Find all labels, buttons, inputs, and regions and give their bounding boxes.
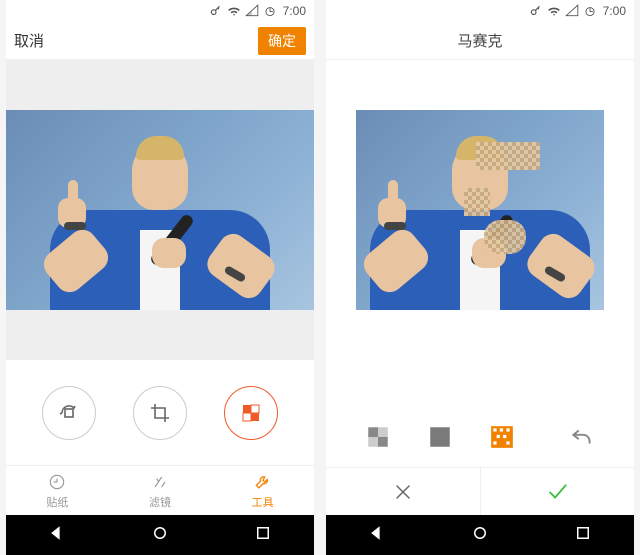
mosaic-style-pattern[interactable] — [489, 424, 515, 450]
signal-icon — [565, 4, 579, 18]
image-canvas[interactable] — [326, 60, 634, 310]
battery-icon — [583, 4, 597, 18]
key-icon — [209, 4, 223, 18]
page-title: 马赛克 — [457, 30, 502, 51]
tab-label: 滤镜 — [149, 494, 171, 510]
tab-label: 工具 — [252, 494, 274, 510]
confirm-bar — [326, 467, 634, 515]
app-bar: 马赛克 — [326, 22, 634, 60]
tool-row — [6, 360, 314, 465]
app-bar: 取消 确定 — [6, 22, 314, 60]
apply-button[interactable] — [480, 468, 635, 515]
recent-icon[interactable] — [574, 524, 592, 547]
mosaic-region — [464, 188, 490, 216]
status-bar: 7:00 — [326, 0, 634, 22]
confirm-button[interactable]: 确定 — [258, 27, 306, 55]
mosaic-style-solid[interactable] — [427, 424, 453, 450]
signal-icon — [245, 4, 259, 18]
android-nav — [6, 515, 314, 555]
edited-photo — [356, 110, 604, 310]
mosaic-button[interactable] — [224, 386, 278, 440]
wifi-icon — [227, 4, 241, 18]
bottom-tabs: 贴纸 滤镜 工具 — [6, 465, 314, 515]
status-time: 7:00 — [603, 4, 626, 18]
undo-button[interactable] — [569, 424, 595, 450]
mosaic-region — [476, 142, 540, 170]
tab-stickers[interactable]: 贴纸 — [6, 466, 109, 515]
image-canvas[interactable] — [6, 60, 314, 360]
cancel-button[interactable]: 取消 — [14, 30, 44, 51]
wifi-icon — [547, 4, 561, 18]
key-icon — [529, 4, 543, 18]
tab-label: 贴纸 — [46, 494, 68, 510]
back-icon[interactable] — [368, 524, 386, 547]
status-bar: 7:00 — [6, 0, 314, 22]
status-time: 7:00 — [283, 4, 306, 18]
mosaic-styles — [326, 407, 634, 467]
battery-icon — [263, 4, 277, 18]
android-nav — [326, 515, 634, 555]
mosaic-region — [484, 220, 526, 254]
crop-button[interactable] — [133, 386, 187, 440]
phone-left: 7:00 取消 确定 — [6, 0, 314, 555]
home-icon[interactable] — [471, 524, 489, 547]
tab-filters[interactable]: 滤镜 — [109, 466, 212, 515]
tab-tools[interactable]: 工具 — [211, 466, 314, 515]
recent-icon[interactable] — [254, 524, 272, 547]
mosaic-style-classic[interactable] — [365, 424, 391, 450]
home-icon[interactable] — [151, 524, 169, 547]
back-icon[interactable] — [48, 524, 66, 547]
edited-photo — [6, 110, 314, 310]
phone-right: 7:00 马赛克 — [326, 0, 634, 555]
cancel-button[interactable] — [326, 468, 480, 515]
rotate-button[interactable] — [42, 386, 96, 440]
